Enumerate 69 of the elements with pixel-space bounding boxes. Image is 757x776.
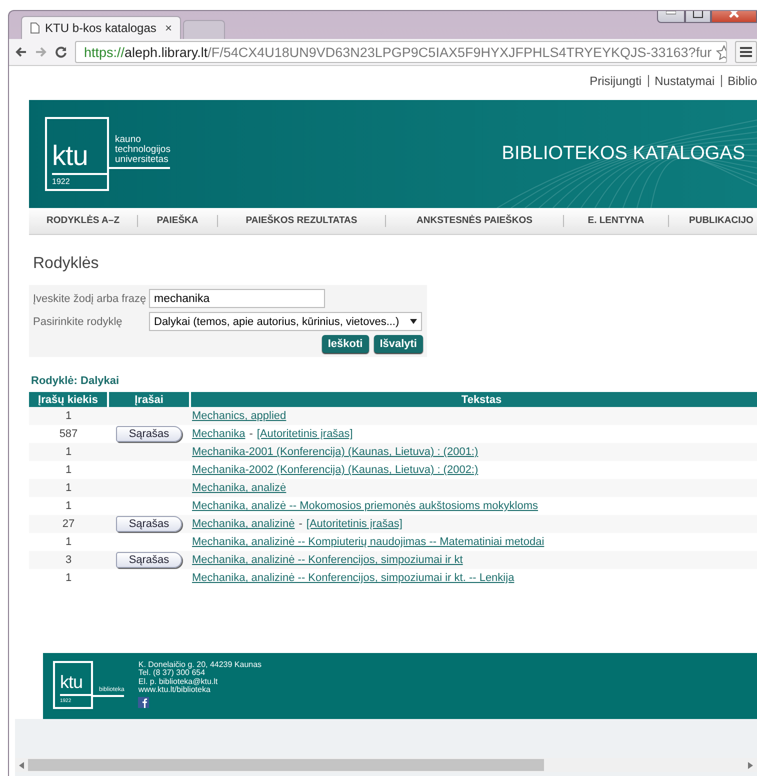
result-link[interactable]: Mechanika, analizinė -- Konferencijos, simpoziumai ir kt. -- Lenkija	[192, 572, 514, 584]
university-logo: ktu 1922 kauno technologijos universitetas	[45, 117, 170, 191]
form-button[interactable]: Ieškoti	[322, 335, 369, 353]
result-link[interactable]: Mechanika-2002 (Konferencija) (Kaunas, Lietuva) : (2002:)	[192, 464, 478, 476]
close-tab-button[interactable]: ×	[164, 21, 172, 35]
count-cell: 1	[29, 569, 108, 587]
separator-text: -	[249, 428, 253, 440]
field-label: Pasirinkite rodyklę	[33, 316, 124, 328]
nav-tab[interactable]: E. LENTYNA	[563, 215, 668, 227]
tab-title: KTU b-kos katalogas	[45, 21, 158, 35]
index-dropdown[interactable]: Dalykai (temos, apie autorius, kūrinius, vietoves...)	[149, 312, 422, 331]
top-link[interactable]: Nustatymai	[648, 75, 721, 87]
top-link[interactable]: Biblio	[720, 75, 757, 87]
results-heading: Rodyklė: Dalykai	[31, 375, 120, 387]
count-cell: 1	[29, 443, 108, 461]
separator-text: -	[298, 518, 302, 530]
list-button[interactable]: Sąrašas	[116, 516, 182, 532]
reload-icon[interactable]	[55, 46, 67, 58]
column-header: Įrašų kiekis	[29, 392, 108, 407]
browser-tab[interactable]: KTU b-kos katalogas ×	[21, 16, 181, 39]
result-link[interactable]: Mechanika, analizinė -- Kompiuterių naudojimas -- Matematiniai metodai	[192, 536, 544, 548]
maximize-icon	[693, 11, 703, 18]
column-header: Tekstas	[190, 392, 757, 407]
count-cell: 1	[29, 533, 108, 551]
result-link[interactable]: Mechanika	[192, 428, 246, 440]
footer-text: Tel. (8 37) 300 654	[138, 669, 206, 678]
facebook-icon[interactable]	[138, 696, 150, 708]
nav-tab[interactable]: PAIEŠKOS REZULTATAS	[217, 215, 385, 227]
nav-tab[interactable]: RODYKLĖS A–Z	[29, 215, 137, 227]
result-link[interactable]: Mechanika, analizinė	[192, 518, 295, 530]
result-link[interactable]: Mechanics, applied	[192, 410, 286, 422]
url-text: https://aleph.library.lt/F/54CX4U18UN9VD63N23LPGP9C5IAX5F9HYXJFPHLS4TRYEYKQJS-33163?fur	[84, 44, 712, 60]
menu-icon[interactable]	[735, 41, 757, 63]
scroll-left-icon[interactable]	[19, 762, 24, 768]
result-link[interactable]: Mechanika, analizė -- Mokomosios priemonės aukštosioms mokykloms	[192, 500, 538, 512]
list-button[interactable]: Sąrašas	[116, 426, 182, 442]
column-header: Įrašai	[108, 392, 190, 407]
footer-text: K. Donelaičio g. 20, 44239 Kaunas	[138, 661, 262, 669]
address-field[interactable]: https://aleph.library.lt/F/54CX4U18UN9VD63N23LPGP9C5IAX5F9HYXJFPHLS4TRYEYKQJS-33163?fur	[75, 41, 727, 63]
result-link[interactable]: Mechanika, analizė	[192, 482, 286, 494]
form-button[interactable]: Išvalyti	[374, 335, 423, 353]
close-icon	[729, 11, 739, 18]
search-field[interactable]: mechanika	[149, 289, 325, 308]
scroll-right-icon[interactable]	[748, 762, 753, 768]
nav-tab[interactable]: PUBLIKACIJO	[668, 215, 757, 227]
result-link[interactable]: [Autoritetinis įrašas]	[306, 518, 402, 530]
count-cell: 1	[29, 497, 108, 515]
field-label: Įveskite žodį arba frazę	[33, 292, 148, 304]
result-link[interactable]: Mechanika, analizinė -- Konferencijos, simpoziumai ir kt	[192, 554, 463, 566]
nav-tab[interactable]: ANKSTESNĖS PAIEŠKOS	[385, 215, 563, 227]
footer-text: www.ktu.lt/biblioteka	[138, 686, 210, 695]
nav-tab[interactable]: PAIEŠKA	[137, 215, 217, 227]
count-cell: 27	[29, 515, 108, 533]
back-icon[interactable]	[15, 46, 27, 58]
list-button[interactable]: Sąrašas	[116, 552, 182, 568]
catalog-title: BIBLIOTEKOS KATALOGAS	[502, 143, 745, 165]
count-cell: 1	[29, 407, 108, 425]
count-cell: 3	[29, 551, 108, 569]
result-link[interactable]: Mechanika-2001 (Konferencija) (Kaunas, Lietuva) : (2001:)	[192, 446, 478, 458]
count-cell: 587	[29, 425, 108, 443]
top-link[interactable]: Prisijungti	[584, 75, 648, 87]
minimize-icon	[666, 11, 676, 15]
page-icon	[30, 22, 40, 34]
result-link[interactable]: [Autoritetinis įrašas]	[256, 428, 353, 440]
caret-icon	[410, 319, 417, 324]
footer-text: El. p. biblioteka@ktu.lt	[138, 678, 219, 686]
count-cell: 1	[29, 479, 108, 497]
count-cell: 1	[29, 461, 108, 479]
page-heading: Rodyklės	[33, 255, 100, 273]
